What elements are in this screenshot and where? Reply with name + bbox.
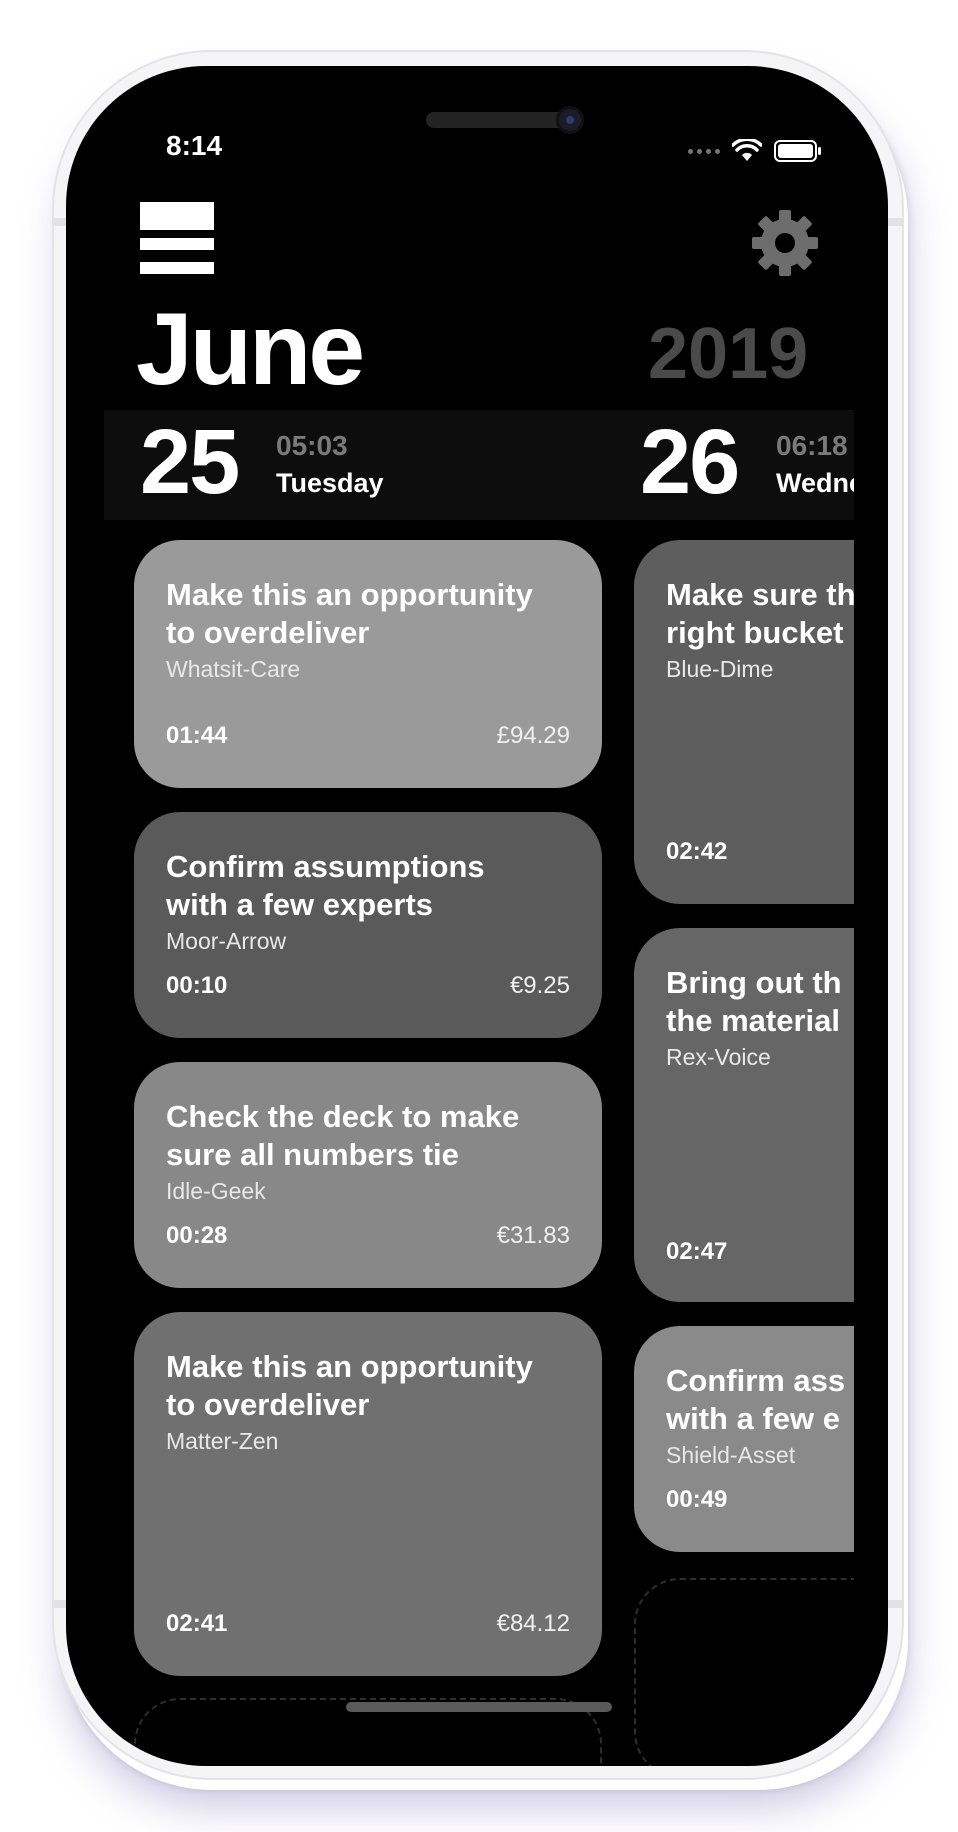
task-client: Shield-Asset (666, 1442, 796, 1468)
frame-band-right-bottom (888, 1600, 904, 1608)
phone-screen: 8:14 June 2019 25 05:03 Tuesday 26 06:18… (66, 66, 888, 1766)
home-indicator[interactable] (346, 1702, 612, 1712)
task-title: Confirm ass with a few e (666, 1363, 846, 1436)
task-card[interactable]: Confirm ass with a few e Shield-Asset 00:… (634, 1326, 854, 1552)
task-card[interactable]: Make sure th right bucket Blue-Dime 02:42 (634, 540, 854, 904)
day-column-2: Make sure th right bucket Blue-Dime 02:42… (66, 66, 854, 1766)
empty-slot (634, 1578, 854, 1766)
task-duration: 00:49 (666, 1486, 728, 1513)
task-client: Rex-Voice (666, 1044, 771, 1070)
task-duration: 02:47 (666, 1238, 728, 1265)
task-title: Make sure th right bucket (666, 577, 854, 650)
task-title: Bring out th the material (666, 965, 842, 1038)
frame-band-right (888, 218, 904, 226)
task-client: Blue-Dime (666, 656, 774, 682)
task-card[interactable]: Bring out th the material Rex-Voice 02:47 (634, 928, 854, 1302)
task-duration: 02:42 (666, 838, 728, 865)
